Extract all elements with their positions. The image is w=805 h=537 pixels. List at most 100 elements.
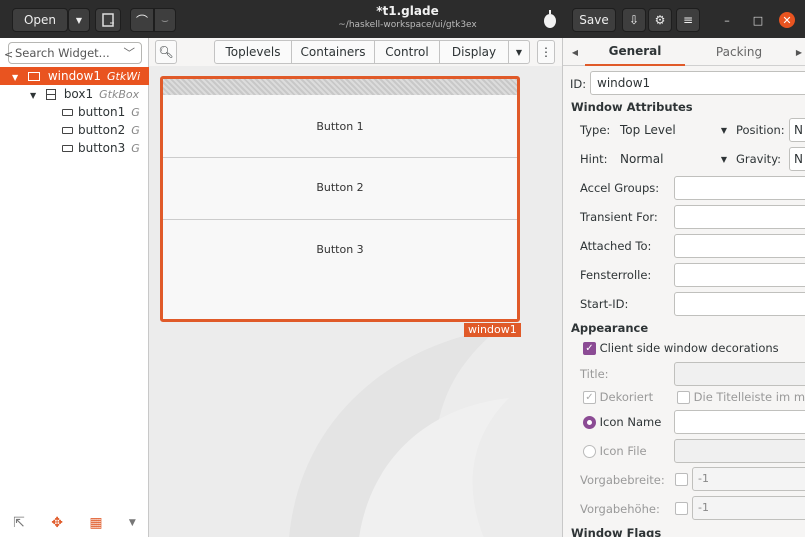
tab-display[interactable]: Display — [439, 40, 509, 64]
button-icon — [62, 109, 73, 116]
new-project-button[interactable] — [95, 8, 121, 32]
close-icon: ✕ — [782, 13, 792, 27]
vorgabehoehe-field[interactable]: -1 — [692, 496, 805, 520]
window-subtitle: ~/haskell-workspace/ui/gtk3ex — [338, 20, 477, 30]
design-canvas: 🔍︎ Toplevels Containers Control Display … — [149, 38, 562, 537]
tree-row-button2[interactable]: button2 G — [0, 121, 149, 139]
palette-toolbar: 🔍︎ Toplevels Containers Control Display … — [149, 38, 562, 66]
chevron-left-icon: ◀ — [571, 47, 579, 57]
hint-label: Hint: — [580, 152, 608, 166]
open-button[interactable]: Open — [12, 8, 68, 32]
vorgabebreite-field[interactable]: -1 — [692, 467, 805, 491]
titelleiste-checkbox[interactable]: Die Titelleiste im max — [677, 390, 805, 404]
window-flags-heading: Window Flags — [571, 526, 662, 537]
more-vert-icon: ⋮ — [540, 45, 552, 59]
position-combo[interactable]: N — [789, 118, 805, 142]
button-icon — [62, 127, 73, 134]
vorgabebreite-checkbox[interactable] — [675, 472, 688, 486]
start-id-label: Start-ID: — [580, 297, 629, 311]
id-label: ID: — [570, 77, 587, 91]
button2-preview[interactable]: Button 2 — [163, 157, 517, 217]
gear-icon: ⚙ — [654, 13, 666, 27]
checkmark-icon: ✓ — [583, 391, 596, 404]
type-combo[interactable]: Top Level ▼ — [615, 119, 733, 141]
palette-search-button[interactable]: 🔍︎ — [155, 40, 177, 64]
attached-to-field[interactable] — [674, 234, 805, 258]
accel-groups-field[interactable] — [674, 176, 805, 200]
button1-preview[interactable]: Button 1 — [163, 96, 517, 156]
palette-more-button[interactable]: ▼ — [508, 40, 530, 64]
close-button[interactable]: ✕ — [779, 12, 795, 28]
window-titlebar — [163, 79, 517, 95]
icon-file-radio[interactable]: Icon File — [583, 444, 647, 458]
chevron-down-icon: ▼ — [75, 15, 83, 25]
title-field[interactable] — [674, 362, 805, 386]
tree-row-window1[interactable]: ▼ window1 GtkWi — [0, 67, 149, 85]
window-icon — [27, 72, 40, 81]
mouse-icon — [541, 9, 561, 29]
tab-general[interactable]: General — [585, 38, 685, 66]
main-menu-button[interactable]: ≡ — [676, 8, 700, 32]
title-label: Title: — [580, 367, 609, 381]
icon-file-field[interactable] — [674, 439, 805, 463]
chevron-right-icon: ▶ — [795, 47, 803, 57]
position-label: Position: — [736, 123, 785, 137]
drag-resize-icon[interactable]: ✥ — [51, 515, 63, 531]
transient-for-field[interactable] — [674, 205, 805, 229]
window1-preview[interactable]: Button 1 Button 2 Button 3 — [160, 76, 520, 322]
vorgabehoehe-checkbox[interactable] — [675, 501, 688, 515]
tab-toplevels[interactable]: Toplevels — [214, 40, 292, 64]
search-widget-input[interactable]: Search Widget... ﹀ — [8, 42, 142, 64]
accel-groups-label: Accel Groups: — [580, 181, 660, 195]
hint-combo[interactable]: Normal ▼ — [615, 148, 733, 170]
tab-containers[interactable]: Containers — [291, 40, 375, 64]
save-button[interactable]: Save — [572, 8, 616, 32]
attached-to-label: Attached To: — [580, 239, 652, 253]
button3-preview[interactable]: Button 3 — [163, 219, 517, 279]
tab-packing[interactable]: Packing — [685, 38, 793, 66]
tab-scroll-left[interactable]: ◀ — [567, 38, 583, 66]
client-side-checkbox[interactable]: ✓ Client side window decorations — [583, 341, 779, 355]
chevron-down-icon: ﹀ — [123, 46, 136, 60]
header-bar: Open ▼ ⌒ ⌣ *t1.glade ~/haskell-workspace… — [0, 0, 805, 38]
properties-panel: ◀ General Packing ▶ ID: window1 Window A… — [562, 38, 805, 537]
maximize-button[interactable]: □ — [750, 12, 766, 28]
checkmark-icon: ✓ — [583, 342, 596, 355]
tab-control[interactable]: Control — [374, 40, 440, 64]
minimize-button[interactable]: – — [719, 12, 735, 28]
id-field[interactable]: window1 — [590, 71, 805, 95]
redo-button[interactable]: ⌣ — [154, 8, 176, 32]
tree-row-button3[interactable]: button3 G — [0, 139, 149, 157]
dekoriert-checkbox[interactable]: ✓ Dekoriert — [583, 390, 653, 404]
icon-name-radio[interactable]: Icon Name — [583, 415, 661, 429]
preferences-button[interactable]: ⚙ — [648, 8, 672, 32]
download-icon: ⇩ — [628, 13, 640, 27]
palette-menu-button[interactable]: ⋮ — [537, 40, 555, 64]
start-id-field[interactable] — [674, 292, 805, 316]
chevron-down-icon[interactable]: ▼ — [129, 518, 136, 528]
vorgabehoehe-label: Vorgabehöhe: — [580, 502, 660, 516]
export-button[interactable]: ⇩ — [622, 8, 646, 32]
vorgabebreite-label: Vorgabebreite: — [580, 473, 665, 487]
margins-icon[interactable]: ▦ — [89, 515, 102, 531]
tab-scroll-right[interactable]: ▶ — [793, 38, 805, 66]
search-prefix: < — [4, 48, 14, 61]
fensterrolle-field[interactable] — [674, 263, 805, 287]
search-icon: 🔍︎ — [158, 45, 174, 59]
open-menu-button[interactable]: ▼ — [68, 8, 90, 32]
window-attributes-heading: Window Attributes — [571, 100, 693, 114]
pointer-icon[interactable]: ⇱ — [13, 515, 25, 531]
chevron-down-icon: ▼ — [515, 47, 523, 57]
tree-row-button1[interactable]: button1 G — [0, 103, 149, 121]
undo-button[interactable]: ⌒ — [130, 8, 154, 32]
undo-icon: ⌒ — [135, 13, 148, 28]
gravity-combo[interactable]: N — [789, 147, 805, 171]
tree-toolbar: ⇱ ✥ ▦ ▼ — [0, 508, 149, 537]
hamburger-icon: ≡ — [682, 13, 694, 27]
checkbox-icon — [675, 502, 688, 515]
icon-name-field[interactable] — [674, 410, 805, 434]
tree-row-box1[interactable]: ▼ box1 GtkBox — [0, 85, 149, 103]
transient-for-label: Transient For: — [580, 210, 658, 224]
expander-icon: ▼ — [30, 91, 37, 100]
radio-icon — [583, 445, 596, 458]
